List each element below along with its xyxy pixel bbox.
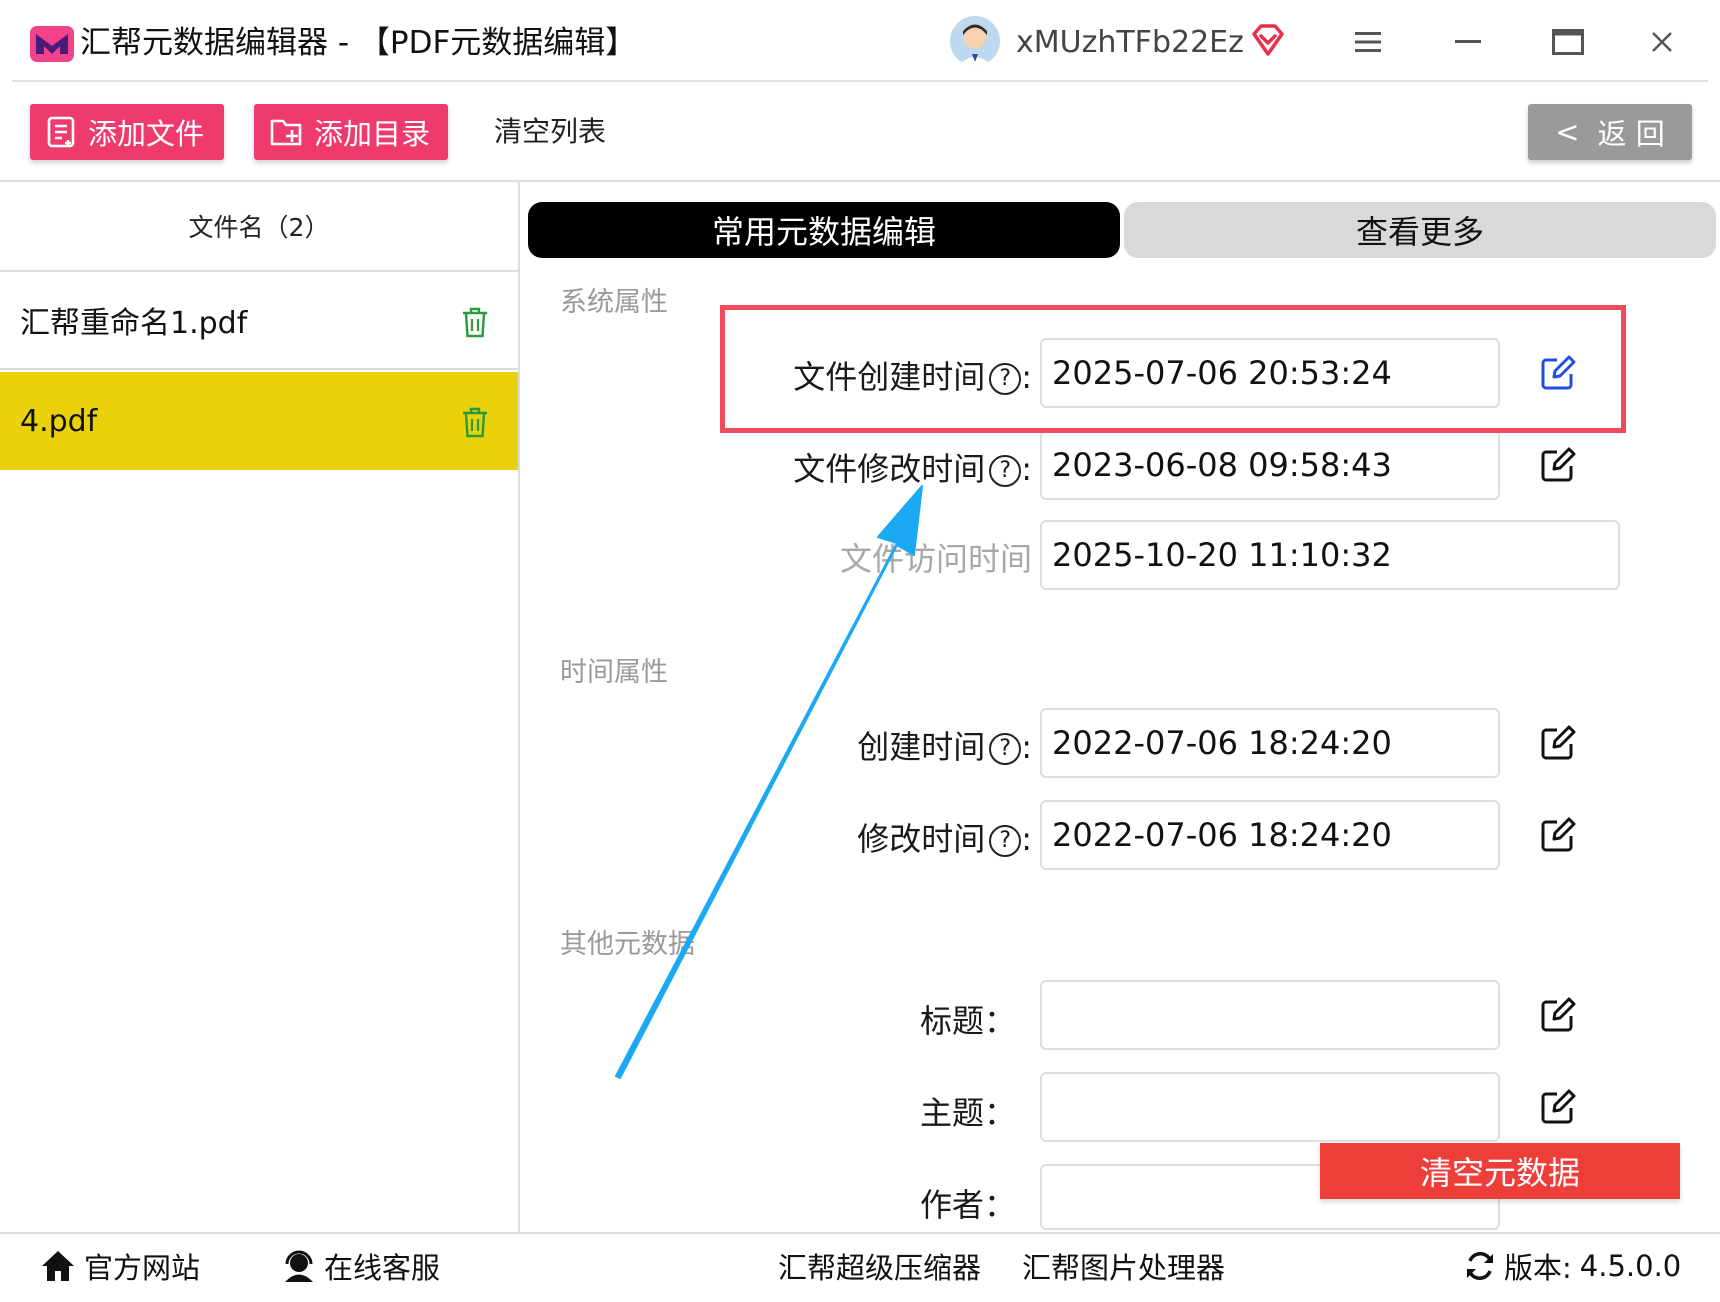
field-label-created: 创建时间?:	[857, 722, 1032, 768]
maximize-button[interactable]	[1538, 18, 1598, 66]
hamburger-icon	[1355, 32, 1381, 52]
field-label-title: 标题：	[920, 996, 1016, 1042]
headset-icon	[285, 1250, 313, 1282]
folder-add-icon	[270, 119, 302, 146]
help-icon[interactable]: ?	[989, 733, 1022, 765]
label-colon: :	[1021, 450, 1032, 488]
clear-metadata-button[interactable]: 清空元数据	[1320, 1143, 1680, 1199]
close-button[interactable]	[1632, 18, 1692, 66]
back-button[interactable]: < 返 回	[1528, 104, 1692, 160]
official-website-label: 官方网站	[84, 1251, 201, 1285]
field-label-modified: 修改时间?:	[857, 814, 1032, 860]
online-support-link[interactable]: 在线客服	[282, 1244, 440, 1288]
file-row-2[interactable]: 4.pdf	[0, 372, 518, 470]
file-name: 4.pdf	[20, 403, 98, 439]
label-colon: :	[1021, 820, 1032, 858]
field-label-text: 标题	[919, 1002, 984, 1040]
field-label-file-modified: 文件修改时间?:	[793, 444, 1032, 490]
label-colon: ：	[983, 1186, 1016, 1224]
field-label-author: 作者：	[920, 1180, 1016, 1226]
online-support-label: 在线客服	[324, 1251, 441, 1285]
section-title-system: 系统属性	[560, 287, 668, 318]
trash-icon[interactable]	[460, 406, 490, 438]
file-row-1[interactable]: 汇帮重命名1.pdf	[0, 272, 518, 370]
file-modified-time-input[interactable]: 2023-06-08 09:58:43	[1040, 430, 1500, 500]
modified-time-input[interactable]: 2022-07-06 18:24:20	[1040, 800, 1500, 870]
field-label-text: 作者	[919, 1186, 984, 1224]
user-avatar[interactable]	[950, 16, 1000, 66]
field-label-text: 创建时间	[857, 728, 986, 766]
avatar-icon	[950, 16, 1000, 66]
add-file-label: 添加文件	[88, 117, 205, 151]
minimize-icon	[1455, 40, 1481, 43]
vip-diamond-icon[interactable]	[1250, 22, 1286, 58]
window-title: 汇帮元数据编辑器 - 【PDF元数据编辑】	[80, 25, 637, 61]
field-label-text: 主题	[919, 1094, 984, 1132]
label-colon: :	[1021, 728, 1032, 766]
edit-icon[interactable]	[1540, 447, 1576, 483]
image-tool-label: 汇帮图片处理器	[1022, 1251, 1226, 1285]
edit-icon[interactable]	[1540, 1089, 1576, 1125]
field-label-text: 文件访问时间	[839, 540, 1032, 578]
file-name: 汇帮重命名1.pdf	[20, 306, 248, 341]
file-accessed-time-input: 2025-10-20 11:10:32	[1040, 520, 1620, 590]
back-label: 返 回	[1597, 117, 1665, 151]
compressor-label: 汇帮超级压缩器	[778, 1251, 982, 1285]
label-colon: ：	[983, 1002, 1016, 1040]
title-bar-divider	[12, 80, 1708, 82]
trash-icon[interactable]	[460, 306, 490, 338]
compressor-link[interactable]: 汇帮超级压缩器	[778, 1244, 981, 1288]
section-title-other: 其他元数据	[560, 929, 695, 960]
edit-icon[interactable]	[1540, 817, 1576, 853]
field-label-text: 修改时间	[857, 820, 986, 858]
field-label-subject: 主题：	[920, 1088, 1016, 1134]
field-label-file-accessed: 文件访问时间	[840, 534, 1032, 580]
menu-button[interactable]	[1338, 18, 1398, 66]
add-file-button[interactable]: 添加文件	[30, 104, 224, 160]
app-logo-icon	[30, 26, 74, 62]
edit-icon[interactable]	[1540, 997, 1576, 1033]
clear-list-button[interactable]: 清空列表	[494, 104, 606, 160]
minimize-button[interactable]	[1438, 18, 1498, 66]
version-label: 版本:	[1504, 1251, 1572, 1285]
file-list-header: 文件名（2）	[0, 182, 518, 272]
file-list-icon	[47, 116, 75, 148]
home-icon	[42, 1251, 74, 1281]
created-time-input[interactable]: 2022-07-06 18:24:20	[1040, 708, 1500, 778]
help-icon[interactable]: ?	[989, 825, 1022, 857]
section-title-time: 时间属性	[560, 657, 668, 688]
edit-icon[interactable]	[1540, 725, 1576, 761]
version-number: 4.5.0.0	[1579, 1249, 1682, 1283]
tab-common-metadata[interactable]: 常用元数据编辑	[528, 202, 1120, 258]
back-arrow-icon: <	[1555, 115, 1580, 149]
username: xMUzhTFb22Ez	[1016, 25, 1244, 60]
version-info[interactable]: 版本: 4.5.0.0	[1464, 1244, 1681, 1288]
tab-view-more[interactable]: 查看更多	[1124, 202, 1716, 258]
help-icon[interactable]: ?	[989, 455, 1022, 487]
title-input[interactable]	[1040, 980, 1500, 1050]
maximize-icon	[1552, 29, 1584, 55]
refresh-icon	[1467, 1252, 1493, 1280]
label-colon: ：	[983, 1094, 1016, 1132]
close-icon	[1652, 32, 1672, 52]
highlight-box	[720, 305, 1626, 433]
image-tool-link[interactable]: 汇帮图片处理器	[1022, 1244, 1225, 1288]
add-folder-button[interactable]: 添加目录	[254, 104, 448, 160]
subject-input[interactable]	[1040, 1072, 1500, 1142]
add-folder-label: 添加目录	[314, 117, 431, 151]
official-website-link[interactable]: 官方网站	[40, 1244, 200, 1288]
field-label-text: 文件修改时间	[793, 450, 986, 488]
